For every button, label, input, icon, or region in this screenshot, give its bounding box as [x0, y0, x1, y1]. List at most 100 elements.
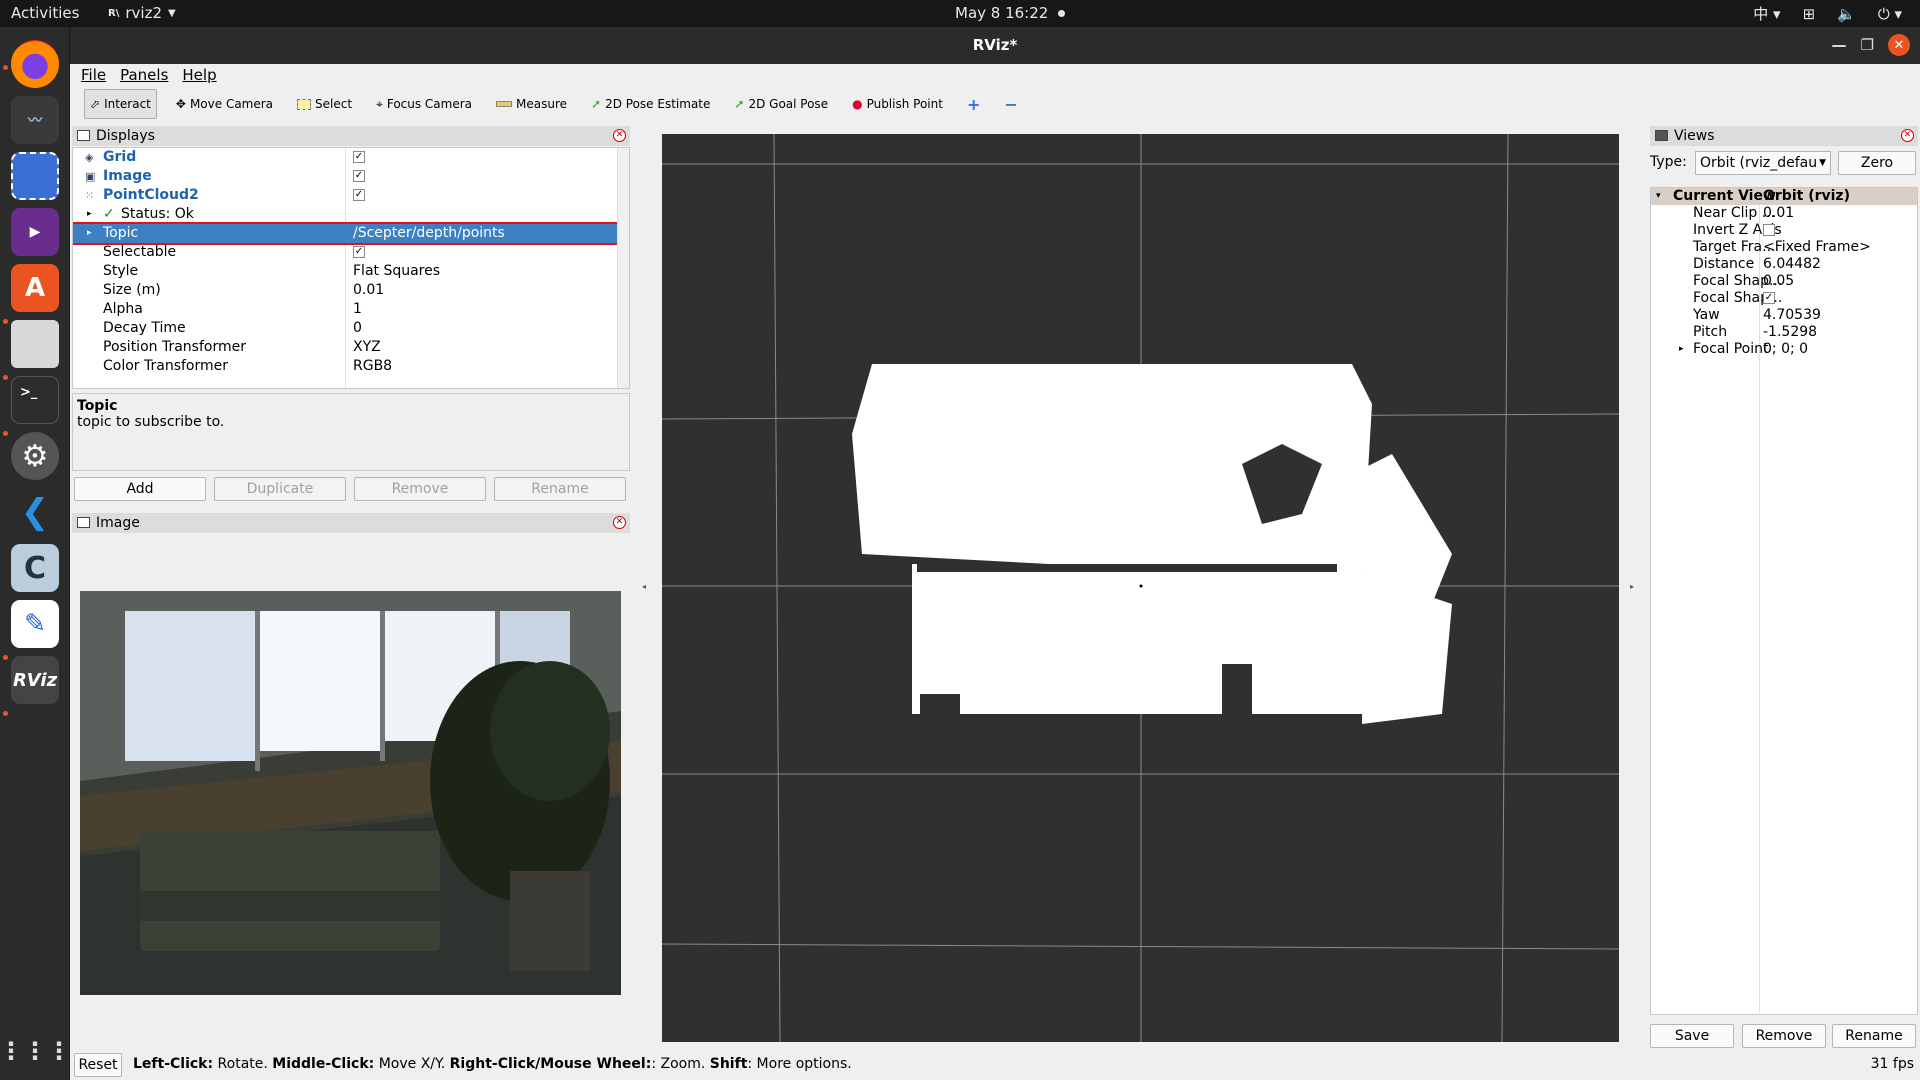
- row-value[interactable]: -1.5298: [1763, 324, 1817, 341]
- measure-tool[interactable]: Measure: [491, 89, 572, 119]
- right-splitter-arrow-icon[interactable]: ▸: [1630, 582, 1634, 591]
- show-apps-grid-icon[interactable]: ⋮⋮⋮: [0, 1027, 71, 1075]
- views-tree[interactable]: ▾ Current View Orbit (rviz) Near Clip ..…: [1650, 187, 1918, 1016]
- row-checkbox[interactable]: ✓: [353, 189, 365, 201]
- row-value[interactable]: 0.05: [1763, 273, 1794, 290]
- activities-button[interactable]: Activities: [11, 4, 79, 22]
- clock[interactable]: May 8 16:22: [955, 4, 1066, 22]
- row-checkbox[interactable]: ✓: [353, 151, 365, 163]
- row-value[interactable]: 6.04482: [1763, 256, 1821, 273]
- row-value[interactable]: 0.01: [353, 281, 384, 300]
- color-transformer-row[interactable]: Color Transformer RGB8: [73, 357, 617, 376]
- system-tray[interactable]: 中 ▾ ⊞ 🔈 ⏻ ▾: [1753, 3, 1902, 24]
- focus-camera-tool[interactable]: ⌖ Focus Camera: [371, 89, 477, 119]
- power-icon[interactable]: ⏻ ▾: [1878, 5, 1902, 23]
- alpha-row[interactable]: Alpha 1: [73, 300, 617, 319]
- row-value[interactable]: 0; 0; 0: [1763, 341, 1808, 358]
- row-value[interactable]: 0.01: [1763, 205, 1794, 222]
- move-camera-tool[interactable]: ✥ Move Camera: [171, 89, 278, 119]
- network-icon[interactable]: ⊞: [1803, 5, 1816, 23]
- terminal-icon[interactable]: >_: [11, 376, 59, 424]
- row-value[interactable]: Flat Squares: [353, 262, 440, 281]
- target-frame-row[interactable]: Target Fra... <Fixed Frame>: [1651, 239, 1917, 256]
- row-checkbox[interactable]: ✓: [353, 170, 365, 182]
- row-value[interactable]: <Fixed Frame>: [1763, 239, 1871, 256]
- row-value[interactable]: 4.70539: [1763, 307, 1821, 324]
- display-pointcloud-row[interactable]: ⁙ PointCloud2 ✓: [73, 186, 617, 205]
- zero-button[interactable]: Zero: [1838, 151, 1916, 175]
- close-panel-icon[interactable]: ✕: [613, 129, 626, 142]
- 3d-viewport[interactable]: [662, 134, 1619, 1042]
- volume-icon[interactable]: 🔈: [1837, 5, 1856, 23]
- display-grid-row[interactable]: ◈ Grid ✓: [73, 148, 617, 167]
- position-transformer-row[interactable]: Position Transformer XYZ: [73, 338, 617, 357]
- save-view-button[interactable]: Save: [1650, 1024, 1734, 1048]
- minimize-icon[interactable]: —: [1832, 36, 1847, 54]
- current-view-header[interactable]: ▾ Current View Orbit (rviz): [1651, 188, 1917, 205]
- displays-tree[interactable]: ◈ Grid ✓ ▣ Image ✓ ⁙ PointCloud2 ✓ ▸ ✓ S…: [72, 147, 630, 389]
- view-type-select[interactable]: Orbit (rviz_defau ▼: [1695, 151, 1831, 175]
- left-splitter-arrow-icon[interactable]: ◂: [642, 582, 646, 591]
- decay-time-row[interactable]: Decay Time 0: [73, 319, 617, 338]
- close-panel-icon[interactable]: ✕: [1901, 129, 1914, 142]
- vscode-icon[interactable]: ❮: [11, 488, 59, 536]
- menu-file[interactable]: File: [81, 64, 106, 86]
- chrome-like-app-icon[interactable]: C: [11, 544, 59, 592]
- close-icon[interactable]: ✕: [1888, 34, 1910, 56]
- focal-shape-size-row[interactable]: Focal Shap... 0.05: [1651, 273, 1917, 290]
- publish-point-tool[interactable]: ● Publish Point: [847, 89, 948, 119]
- display-image-row[interactable]: ▣ Image ✓: [73, 167, 617, 186]
- row-value[interactable]: 1: [353, 300, 362, 319]
- row-value[interactable]: /Scepter/depth/points: [353, 224, 505, 243]
- row-checkbox[interactable]: [1763, 224, 1775, 236]
- row-value[interactable]: 0: [353, 319, 362, 338]
- app-menu[interactable]: R\ rviz2 ▼: [108, 4, 176, 22]
- focal-shape-fixed-row[interactable]: Focal Shap... ✓: [1651, 290, 1917, 307]
- rename-display-button[interactable]: Rename: [494, 477, 626, 501]
- selectable-row[interactable]: Selectable ✓: [73, 243, 617, 262]
- add-display-button[interactable]: Add: [74, 477, 206, 501]
- rviz-icon[interactable]: RViz: [11, 656, 59, 704]
- style-row[interactable]: Style Flat Squares: [73, 262, 617, 281]
- goal-pose-tool[interactable]: ➚ 2D Goal Pose: [729, 89, 833, 119]
- invert-z-row[interactable]: Invert Z Axis: [1651, 222, 1917, 239]
- yaw-row[interactable]: Yaw 4.70539: [1651, 307, 1917, 324]
- select-tool[interactable]: Select: [292, 89, 357, 119]
- remove-view-button[interactable]: Remove: [1742, 1024, 1826, 1048]
- menu-help[interactable]: Help: [182, 64, 216, 86]
- size-row[interactable]: Size (m) 0.01: [73, 281, 617, 300]
- reset-button[interactable]: Reset: [74, 1053, 122, 1077]
- maximize-icon[interactable]: ❐: [1861, 36, 1874, 54]
- focal-point-row[interactable]: ▸ Focal Point 0; 0; 0: [1651, 341, 1917, 358]
- pitch-row[interactable]: Pitch -1.5298: [1651, 324, 1917, 341]
- files-icon[interactable]: [11, 320, 59, 368]
- near-clip-row[interactable]: Near Clip ... 0.01: [1651, 205, 1917, 222]
- screenshot-icon[interactable]: [11, 152, 59, 200]
- video-player-icon[interactable]: ▶: [11, 208, 59, 256]
- row-value[interactable]: RGB8: [353, 357, 392, 376]
- row-checkbox[interactable]: ✓: [353, 246, 365, 258]
- pose-estimate-tool[interactable]: ➚ 2D Pose Estimate: [586, 89, 715, 119]
- row-checkbox[interactable]: ✓: [1763, 292, 1775, 304]
- status-row[interactable]: ▸ ✓ Status: Ok: [73, 205, 617, 224]
- interact-tool[interactable]: ⬀ Interact: [84, 89, 157, 119]
- add-tool-button[interactable]: +: [962, 89, 985, 119]
- remove-display-button[interactable]: Remove: [354, 477, 486, 501]
- system-monitor-icon[interactable]: 〰: [11, 96, 59, 144]
- firefox-icon[interactable]: [11, 40, 59, 88]
- duplicate-display-button[interactable]: Duplicate: [214, 477, 346, 501]
- topic-row[interactable]: ▸ Topic /Scepter/depth/points: [73, 222, 619, 245]
- row-value[interactable]: XYZ: [353, 338, 381, 357]
- rename-view-button[interactable]: Rename: [1832, 1024, 1916, 1048]
- tree-scrollbar[interactable]: [617, 148, 629, 388]
- distance-row[interactable]: Distance 6.04482: [1651, 256, 1917, 273]
- text-editor-icon[interactable]: ✎: [11, 600, 59, 648]
- camera-image: [80, 591, 621, 995]
- input-method[interactable]: 中 ▾: [1753, 3, 1780, 24]
- remove-tool-button[interactable]: −: [999, 89, 1022, 119]
- settings-gear-icon[interactable]: ⚙: [11, 432, 59, 480]
- window-titlebar[interactable]: RViz* — ❐ ✕: [70, 27, 1920, 64]
- app-center-icon[interactable]: A: [11, 264, 59, 312]
- menu-panels[interactable]: Panels: [120, 64, 168, 86]
- close-panel-icon[interactable]: ✕: [613, 516, 626, 529]
